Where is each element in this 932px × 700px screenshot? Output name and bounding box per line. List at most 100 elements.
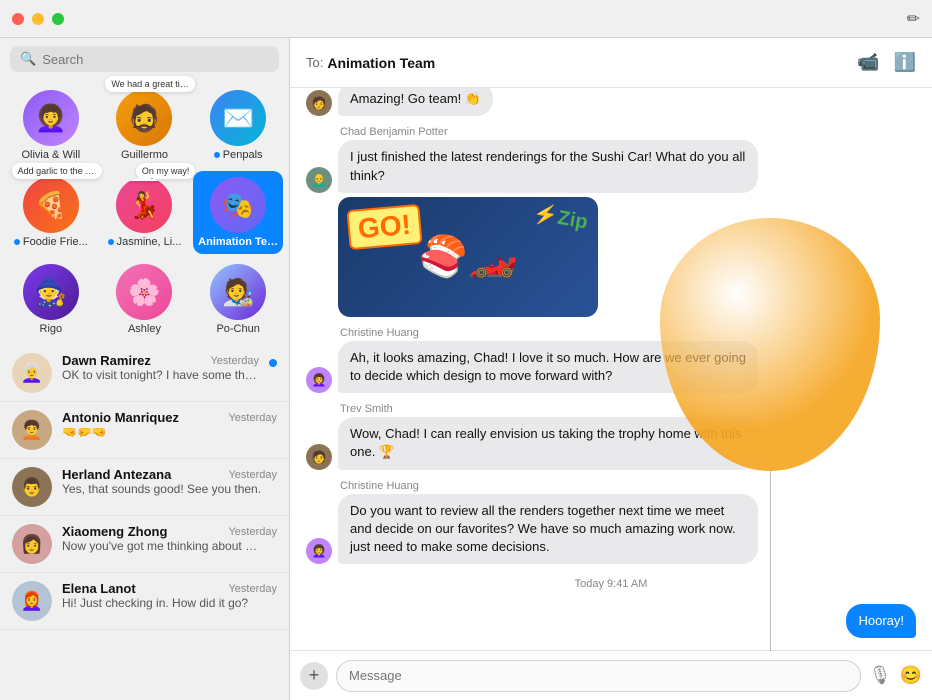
sender-name: Christine Huang (340, 480, 758, 492)
conversation-preview: OK to visit tonight? I have some things … (62, 368, 259, 382)
message-input[interactable] (336, 660, 861, 692)
avatar: 🍕 (23, 177, 79, 233)
sender-name: Chad Benjamin Potter (340, 126, 758, 138)
pinned-contact-name: Ashley (128, 323, 161, 335)
pinned-contact-name: Jasmine, Li... (108, 236, 182, 248)
conversation-time: Yesterday (228, 526, 277, 538)
audio-record-icon[interactable]: 🎙 (869, 665, 892, 686)
pinned-contacts-grid: 👩‍🦱Olivia & WillWe had a great time. Hom… (0, 80, 289, 345)
avatar: 🧙 (23, 264, 79, 320)
sidebar: 🔍 👩‍🦱Olivia & WillWe had a great time. H… (0, 38, 290, 700)
traffic-lights (12, 13, 64, 25)
message-bubble: I just finished the latest renderings fo… (338, 140, 758, 192)
avatar: 👩‍🦱 (306, 367, 332, 393)
video-call-icon[interactable]: 📹 (857, 52, 879, 73)
conversation-name: Herland Antezana (62, 467, 171, 482)
pinned-contact-guillermo[interactable]: We had a great time. Home with...🧔Guille… (100, 84, 190, 167)
to-label: To: (306, 55, 323, 70)
conversation-time: Yesterday (228, 583, 277, 595)
main-container: 🔍 👩‍🦱Olivia & WillWe had a great time. H… (0, 38, 932, 700)
maximize-button[interactable] (52, 13, 64, 25)
search-icon: 🔍 (20, 51, 36, 67)
compose-icon[interactable]: ✏ (907, 9, 920, 29)
conversation-time: Yesterday (228, 412, 277, 424)
avatar: 👩‍🦰 (12, 581, 52, 621)
conversation-preview: 🤜🤛🤜 (62, 425, 262, 439)
avatar: 👩‍🦱 (306, 538, 332, 564)
pinned-contact-name: Penpals (214, 149, 263, 161)
avatar: 👨‍🦲 (306, 167, 332, 193)
pinned-contact-po-chun[interactable]: 🧑‍🎨 Po-Chun (193, 258, 283, 341)
chat-header-icons: 📹 ℹ️ (857, 52, 916, 73)
sender-name: Trev Smith (340, 403, 758, 415)
title-bar: ✏ (0, 0, 932, 38)
conversation-time: Yesterday (210, 355, 259, 367)
sushi-car-image: GO! ⚡Zip 🍣🏎️ (338, 197, 598, 317)
message-row: Christine Huang 👩‍🦱Ah, it looks amazing, … (306, 327, 758, 393)
add-attachment-button[interactable]: + (300, 662, 328, 690)
avatar: 👩‍🦱 (23, 90, 79, 146)
pinned-contact-name: Po-Chun (216, 323, 259, 335)
message-row: Christine Huang 👩‍🦱Do you want to review … (306, 480, 758, 565)
avatar: 👩‍🦳 (12, 353, 52, 393)
conversation-name: Antonio Manriquez (62, 410, 179, 425)
avatar: 🧑‍🎨 (210, 264, 266, 320)
conversation-name: Xiaomeng Zhong (62, 524, 167, 539)
conversation-item-herland[interactable]: 👨 Herland Antezana YesterdayYes, that soun… (0, 459, 289, 516)
pinned-contact-name: Guillermo (121, 149, 168, 161)
conversation-item-elena[interactable]: 👩‍🦰 Elena Lanot YesterdayHi! Just checking… (0, 573, 289, 630)
pinned-contact-jasmine-li[interactable]: On my way!💃On my way!Jasmine, Li... (100, 171, 190, 254)
message-bubble: Do you want to review all the renders to… (338, 494, 758, 565)
messages-area: Thanks, Christine. I'll review shortly.R… (290, 88, 932, 650)
avatar: 💃On my way! (116, 177, 172, 233)
pinned-contact-foodie-frie[interactable]: Add garlic to the butter, and then...🍕Fo… (6, 171, 96, 254)
avatar: 🎭 (210, 177, 266, 233)
sender-name: Christine Huang (340, 327, 758, 339)
emoji-picker-icon[interactable]: 😊 (900, 665, 922, 686)
conversation-time: Yesterday (228, 469, 277, 481)
conversation-item-dawn[interactable]: 👩‍🦳 Dawn Ramirez YesterdayOK to visit toni… (0, 345, 289, 402)
conversation-list: 👩‍🦳Dawn RamirezYesterdayOK to visit toni… (0, 345, 289, 700)
minimize-button[interactable] (32, 13, 44, 25)
group-name: Animation Team (327, 55, 435, 71)
avatar: 🧑 (306, 444, 332, 470)
conversation-preview: Yes, that sounds good! See you then. (62, 482, 262, 496)
chat-input-area: + 🎙 😊 (290, 650, 932, 700)
message-bubble: Ah, it looks amazing, Chad! I love it so… (338, 341, 758, 393)
message-row: Trev Smith 🧑Wow, Chad! I can really envis… (306, 403, 758, 469)
message-timestamp: Today 9:41 AM (306, 578, 916, 590)
pinned-contact-rigo[interactable]: 🧙 Rigo (6, 258, 96, 341)
conversation-item-xiaomeng[interactable]: 👩 Xiaomeng Zhong YesterdayNow you've got m… (0, 516, 289, 573)
avatar: ✉️ (210, 90, 266, 146)
search-bar[interactable]: 🔍 (10, 46, 279, 72)
pinned-contact-name: Rigo (40, 323, 63, 335)
message-row: Chad Benjamin Potter 👨‍🦲I just finished t… (306, 126, 758, 316)
pinned-contact-animation-team[interactable]: 🎭 Animation Team (193, 171, 283, 254)
close-button[interactable] (12, 13, 24, 25)
message-bubble: Wow, Chad! I can really envision us taki… (338, 417, 758, 469)
message-row: Trev Smith🧑Amazing! Go team! 👏 (306, 88, 493, 116)
search-input[interactable] (42, 52, 269, 67)
pinned-contact-name: Foodie Frie... (14, 236, 88, 248)
pinned-contact-ashley[interactable]: 🌸 Ashley (100, 258, 190, 341)
conversation-name: Elena Lanot (62, 581, 136, 596)
conversation-name: Dawn Ramirez (62, 353, 151, 368)
message-bubble: Hooray! (846, 604, 916, 638)
avatar: 👨 (12, 467, 52, 507)
pinned-contact-penpals[interactable]: ✉️ Penpals (193, 84, 283, 167)
message-bubble: Amazing! Go team! 👏 (338, 88, 493, 116)
avatar: 🧔 (116, 90, 172, 146)
conversation-preview: Now you've got me thinking about my next… (62, 539, 262, 553)
pinned-contact-olivia-will[interactable]: 👩‍🦱Olivia & Will (6, 84, 96, 167)
avatar: 🌸 (116, 264, 172, 320)
chat-area: To: Animation Team 📹 ℹ️ Thanks, Christin… (290, 38, 932, 700)
chat-header: To: Animation Team 📹 ℹ️ (290, 38, 932, 88)
avatar: 🧑‍🦱 (12, 410, 52, 450)
message-row: Hooray! (846, 604, 916, 638)
info-icon[interactable]: ℹ️ (894, 52, 916, 73)
conversation-item-antonio[interactable]: 🧑‍🦱 Antonio Manriquez Yesterday🤜🤛🤜 (0, 402, 289, 459)
avatar: 👩 (12, 524, 52, 564)
conversation-preview: Hi! Just checking in. How did it go? (62, 596, 262, 610)
pinned-contact-name: Animation Team (198, 236, 278, 248)
unread-dot (269, 359, 277, 367)
